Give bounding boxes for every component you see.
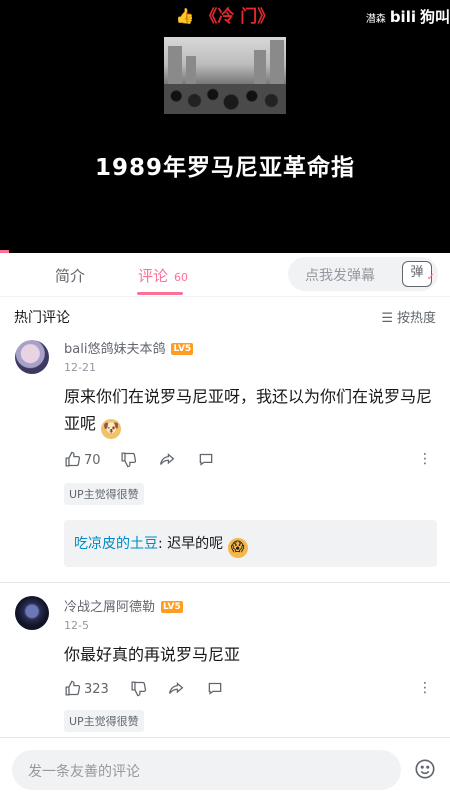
emoji-picker-button[interactable] (414, 758, 436, 784)
more-options-icon[interactable]: ⋮ (418, 680, 432, 696)
comment-date: 12-5 (64, 619, 89, 632)
reply-button[interactable] (197, 451, 215, 468)
danmaku-input[interactable]: 点我发弹幕 弹 ✓ (288, 257, 438, 291)
watermark: 潜森 bili 狗叫 (366, 6, 450, 27)
tab-bar: 简介 评论 60 点我发弹幕 弹 ✓ (0, 253, 450, 297)
thumbs-up-icon: 👍 (175, 7, 195, 25)
like-count: 70 (84, 453, 101, 468)
reply-body: : 迟早的呢 (158, 536, 224, 552)
danmaku-placeholder: 点我发弹幕 (305, 268, 375, 284)
watermark-logo: bili (389, 8, 416, 26)
shocked-emoji-icon: 😱 (227, 538, 248, 558)
share-icon (168, 682, 184, 694)
doge-emoji-icon: 🐶 (101, 419, 122, 439)
hot-comments-header: 热门评论 ☰ 按热度 (14, 305, 436, 329)
tab-underline (137, 292, 183, 295)
avatar[interactable] (15, 340, 49, 374)
level-badge: LV5 (161, 601, 183, 613)
share-icon (159, 453, 175, 465)
video-subtitle: 1989年罗马尼亚革命指 (94, 155, 355, 181)
up-liked-badge: UP主觉得很赞 (64, 710, 144, 732)
comment-date: 12-21 (64, 361, 96, 374)
like-button[interactable]: 323 (64, 680, 109, 697)
video-title-text: 《冷 门》 (200, 7, 275, 27)
video-player[interactable]: 👍 《冷 门》 潜森 bili 狗叫 1989年罗马尼亚革命指 (0, 0, 450, 253)
reply-preview[interactable]: 吃凉皮的土豆: 迟早的呢 😱 (64, 520, 437, 567)
comment-text: 原来你们在说罗马尼亚呀，我还以为你们在说罗马尼亚呢 🐶 (64, 383, 434, 439)
comment-input-placeholder: 发一条友善的评论 (28, 764, 140, 780)
comment-input[interactable]: 发一条友善的评论 (12, 750, 401, 790)
thumbs-up-icon (65, 451, 81, 467)
comment-username[interactable]: 冷战之屑阿德勒 LV5 (64, 596, 183, 615)
comment-divider (0, 582, 450, 583)
sort-label: 按热度 (396, 311, 436, 326)
reply-username[interactable]: 吃凉皮的土豆 (74, 536, 158, 552)
sort-lines-icon: ☰ (381, 311, 393, 326)
danmaku-toggle-button[interactable]: 弹 ✓ (402, 261, 435, 287)
chat-bubble-icon (199, 453, 213, 466)
smile-icon (415, 759, 435, 779)
dislike-button[interactable] (130, 680, 147, 697)
username-text: 冷战之屑阿德勒 (64, 600, 156, 615)
like-count: 323 (84, 682, 109, 697)
comment-username[interactable]: bali悠鸽妹夫本鸽 LV5 (64, 338, 194, 357)
tab-intro-label: 简介 (55, 267, 86, 285)
tab-intro[interactable]: 简介 (55, 265, 85, 286)
watermark-name: 潜森 (365, 14, 386, 25)
up-liked-badge: UP主觉得很赞 (64, 483, 144, 505)
dislike-button[interactable] (120, 451, 137, 468)
hot-comments-title: 热门评论 (14, 310, 70, 326)
username-text: bali悠鸽妹夫本鸽 (64, 342, 166, 357)
avatar[interactable] (15, 596, 49, 630)
reply-button[interactable] (206, 680, 224, 697)
watermark-tail: 狗叫 (419, 8, 450, 26)
sort-button[interactable]: ☰ 按热度 (381, 307, 436, 326)
thumbs-down-icon (121, 452, 137, 468)
comment-count: 60 (174, 271, 189, 284)
like-button[interactable]: 70 (64, 451, 101, 468)
comment-actions: 70 ⋮ (64, 451, 436, 471)
tab-comments-label: 评论 (138, 267, 169, 285)
thumbs-up-icon (65, 680, 81, 696)
share-button[interactable] (158, 451, 176, 468)
share-button[interactable] (167, 680, 185, 697)
reply-text: 吃凉皮的土豆: 迟早的呢 😱 (74, 533, 248, 558)
comment-actions: 323 ⋮ (64, 680, 436, 700)
thumbs-down-icon (131, 681, 147, 697)
chat-bubble-icon (208, 682, 222, 695)
danmaku-button-label: 弹 (410, 265, 424, 280)
comment-composer-bar: 发一条友善的评论 (0, 737, 450, 800)
comment-text: 你最好真的再说罗马尼亚 (64, 645, 241, 664)
tab-comments[interactable]: 评论 60 (138, 265, 188, 286)
level-badge: LV5 (171, 343, 194, 355)
check-icon: ✓ (426, 272, 435, 283)
video-frame-photo (164, 37, 286, 114)
more-options-icon[interactable]: ⋮ (418, 451, 432, 467)
